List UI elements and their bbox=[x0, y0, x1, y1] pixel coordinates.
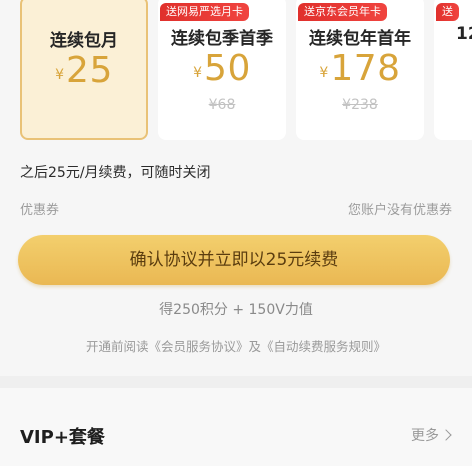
plan-title: 连续包年首年 bbox=[309, 29, 411, 49]
plan-title: 连续包季首季 bbox=[171, 29, 273, 49]
original-price: ¥238 bbox=[342, 97, 378, 113]
renewal-note: 之后25元/月续费，可随时关闭 bbox=[20, 165, 211, 181]
plan-title: 12 bbox=[456, 24, 472, 44]
bonus-info: 得250积分 + 150V力值 bbox=[159, 302, 313, 318]
plan-card-monthly[interactable]: 连续包月 ¥25 bbox=[20, 0, 148, 140]
coupon-value: 您账户没有优惠券 bbox=[347, 203, 452, 218]
plan-card-quarterly[interactable]: 连续包季首季 ¥50 ¥68 bbox=[158, 0, 286, 140]
chevron-right-icon bbox=[440, 429, 452, 441]
plan-price: ¥50 bbox=[158, 48, 286, 89]
coupon-row[interactable]: 优惠券 您账户没有优惠券 bbox=[20, 199, 452, 219]
confirm-renew-button[interactable]: 确认协议并立即以25元续费 bbox=[18, 235, 450, 285]
currency-symbol: ¥ bbox=[55, 67, 65, 83]
price-amount: 178 bbox=[330, 48, 401, 89]
section-divider bbox=[0, 376, 472, 388]
currency-symbol: ¥ bbox=[319, 65, 329, 81]
coupon-label: 优惠券 bbox=[20, 203, 60, 218]
price-amount: 50 bbox=[204, 48, 251, 89]
vip-plus-section: VIP+套餐 更多 bbox=[0, 388, 472, 466]
price-amount: 25 bbox=[66, 50, 113, 91]
plan-card-yearly[interactable]: 连续包年首年 ¥178 ¥238 bbox=[296, 0, 424, 140]
promo-badge: 送网易严选月卡 bbox=[160, 3, 249, 21]
plan-title: 连续包月 bbox=[50, 31, 118, 51]
promo-badge: 送 bbox=[436, 3, 459, 21]
plan-price: ¥25 bbox=[22, 50, 146, 91]
plan-price: ¥178 bbox=[296, 48, 424, 89]
agreement-link[interactable]: 开通前阅读《会员服务协议》及《自动续费服务规则》 bbox=[0, 336, 472, 355]
section-title: VIP+套餐 bbox=[20, 427, 105, 448]
more-link[interactable]: 更多 bbox=[411, 425, 452, 445]
currency-symbol: ¥ bbox=[193, 65, 203, 81]
plan-card-partial[interactable]: 12 bbox=[434, 0, 472, 140]
plan-options: 连续包月 ¥25 连续包季首季 ¥50 ¥68 送网易严选月卡 连续包年首年 ¥… bbox=[0, 0, 472, 145]
original-price: ¥68 bbox=[208, 97, 236, 113]
promo-badge: 送京东会员年卡 bbox=[298, 3, 387, 21]
more-label: 更多 bbox=[411, 428, 439, 444]
